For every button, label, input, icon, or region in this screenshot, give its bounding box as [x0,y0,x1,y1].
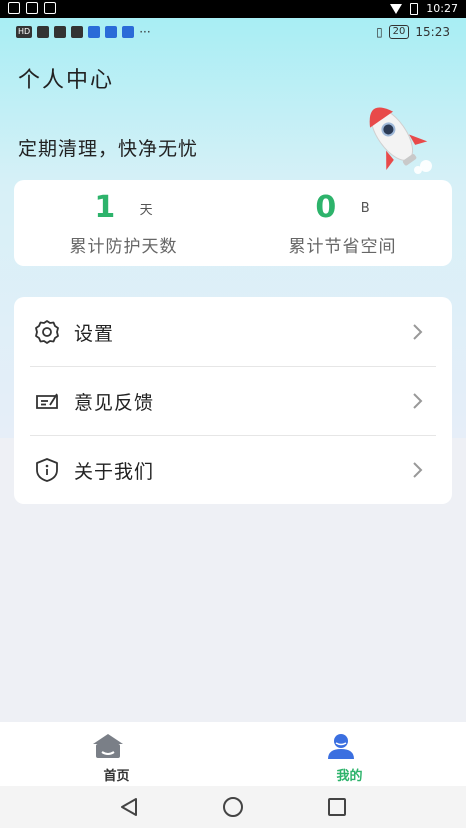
status-left: HD ··· [16,25,151,39]
tab-label: 我的 [336,769,363,784]
app-notify-icon [122,26,135,38]
app-notify-icon [71,26,84,38]
gear-icon [35,320,59,344]
feedback-icon [36,393,58,409]
battery-level: 20 [388,25,410,39]
info-shield-icon [36,458,58,482]
home-icon [93,734,123,758]
home-circle-icon[interactable] [222,796,244,818]
profile-icon [328,734,354,759]
chevron-right-icon [413,462,423,478]
stats-card: 1 天 累计防护天数 0 B 累计节省空间 [14,180,452,266]
menu-item-label: 关于我们 [74,461,155,483]
menu-item-feedback[interactable]: 意见反馈 [14,366,452,435]
notification-icon [8,2,20,14]
page-title: 个人中心 [18,68,115,93]
menu-card: 设置 意见反馈 关于我们 [14,297,452,504]
slogan: 定期清理，快净无忧 [18,138,199,160]
menu-item-settings[interactable]: 设置 [14,297,452,366]
bottom-nav: 首页 我的 [0,722,466,786]
battery-icon [410,2,419,15]
chevron-right-icon [413,393,423,409]
app-status-bar: HD ··· ▯ 20 15:23 [0,22,466,44]
status-right: ▯ 20 15:23 [376,25,450,39]
stat-unit: 天 [139,203,153,218]
stat-value: 1 [94,190,116,225]
notification-icon [44,2,56,14]
stat-value: 0 [315,190,337,225]
system-status-bar: 10:27 [0,0,466,18]
app-notify-icon [105,26,118,38]
stat-space-saved: 0 B 累计节省空间 [233,180,452,266]
stat-protection-days: 1 天 累计防护天数 [14,180,233,266]
notification-icon [26,2,38,14]
wifi-status-icon [54,26,67,38]
system-time: 10:27 [426,2,458,15]
tab-mine[interactable]: 我的 [233,722,466,786]
back-icon[interactable] [118,796,140,818]
rocket-illustration [369,107,432,174]
tab-home[interactable]: 首页 [0,722,233,786]
vibrate-icon: ▯ [376,25,383,39]
system-indicators: 10:27 [390,2,458,15]
app-notify-icon [88,26,101,38]
recents-icon[interactable] [326,796,348,818]
chevron-right-icon [413,324,423,340]
stat-label: 累计防护天数 [69,237,178,257]
system-nav-bar [0,786,466,828]
signal-icon [37,26,50,38]
stat-unit: B [360,201,370,216]
hd-badge: HD [16,26,33,38]
stat-label: 累计节省空间 [288,237,397,257]
tab-label: 首页 [103,769,130,784]
status-time: 15:23 [415,25,450,39]
wifi-icon [390,3,403,14]
menu-item-about[interactable]: 关于我们 [14,435,452,504]
menu-item-label: 意见反馈 [74,392,155,414]
menu-item-label: 设置 [74,323,115,345]
notification-icons [8,2,56,14]
more-notifications: ··· [139,25,151,39]
